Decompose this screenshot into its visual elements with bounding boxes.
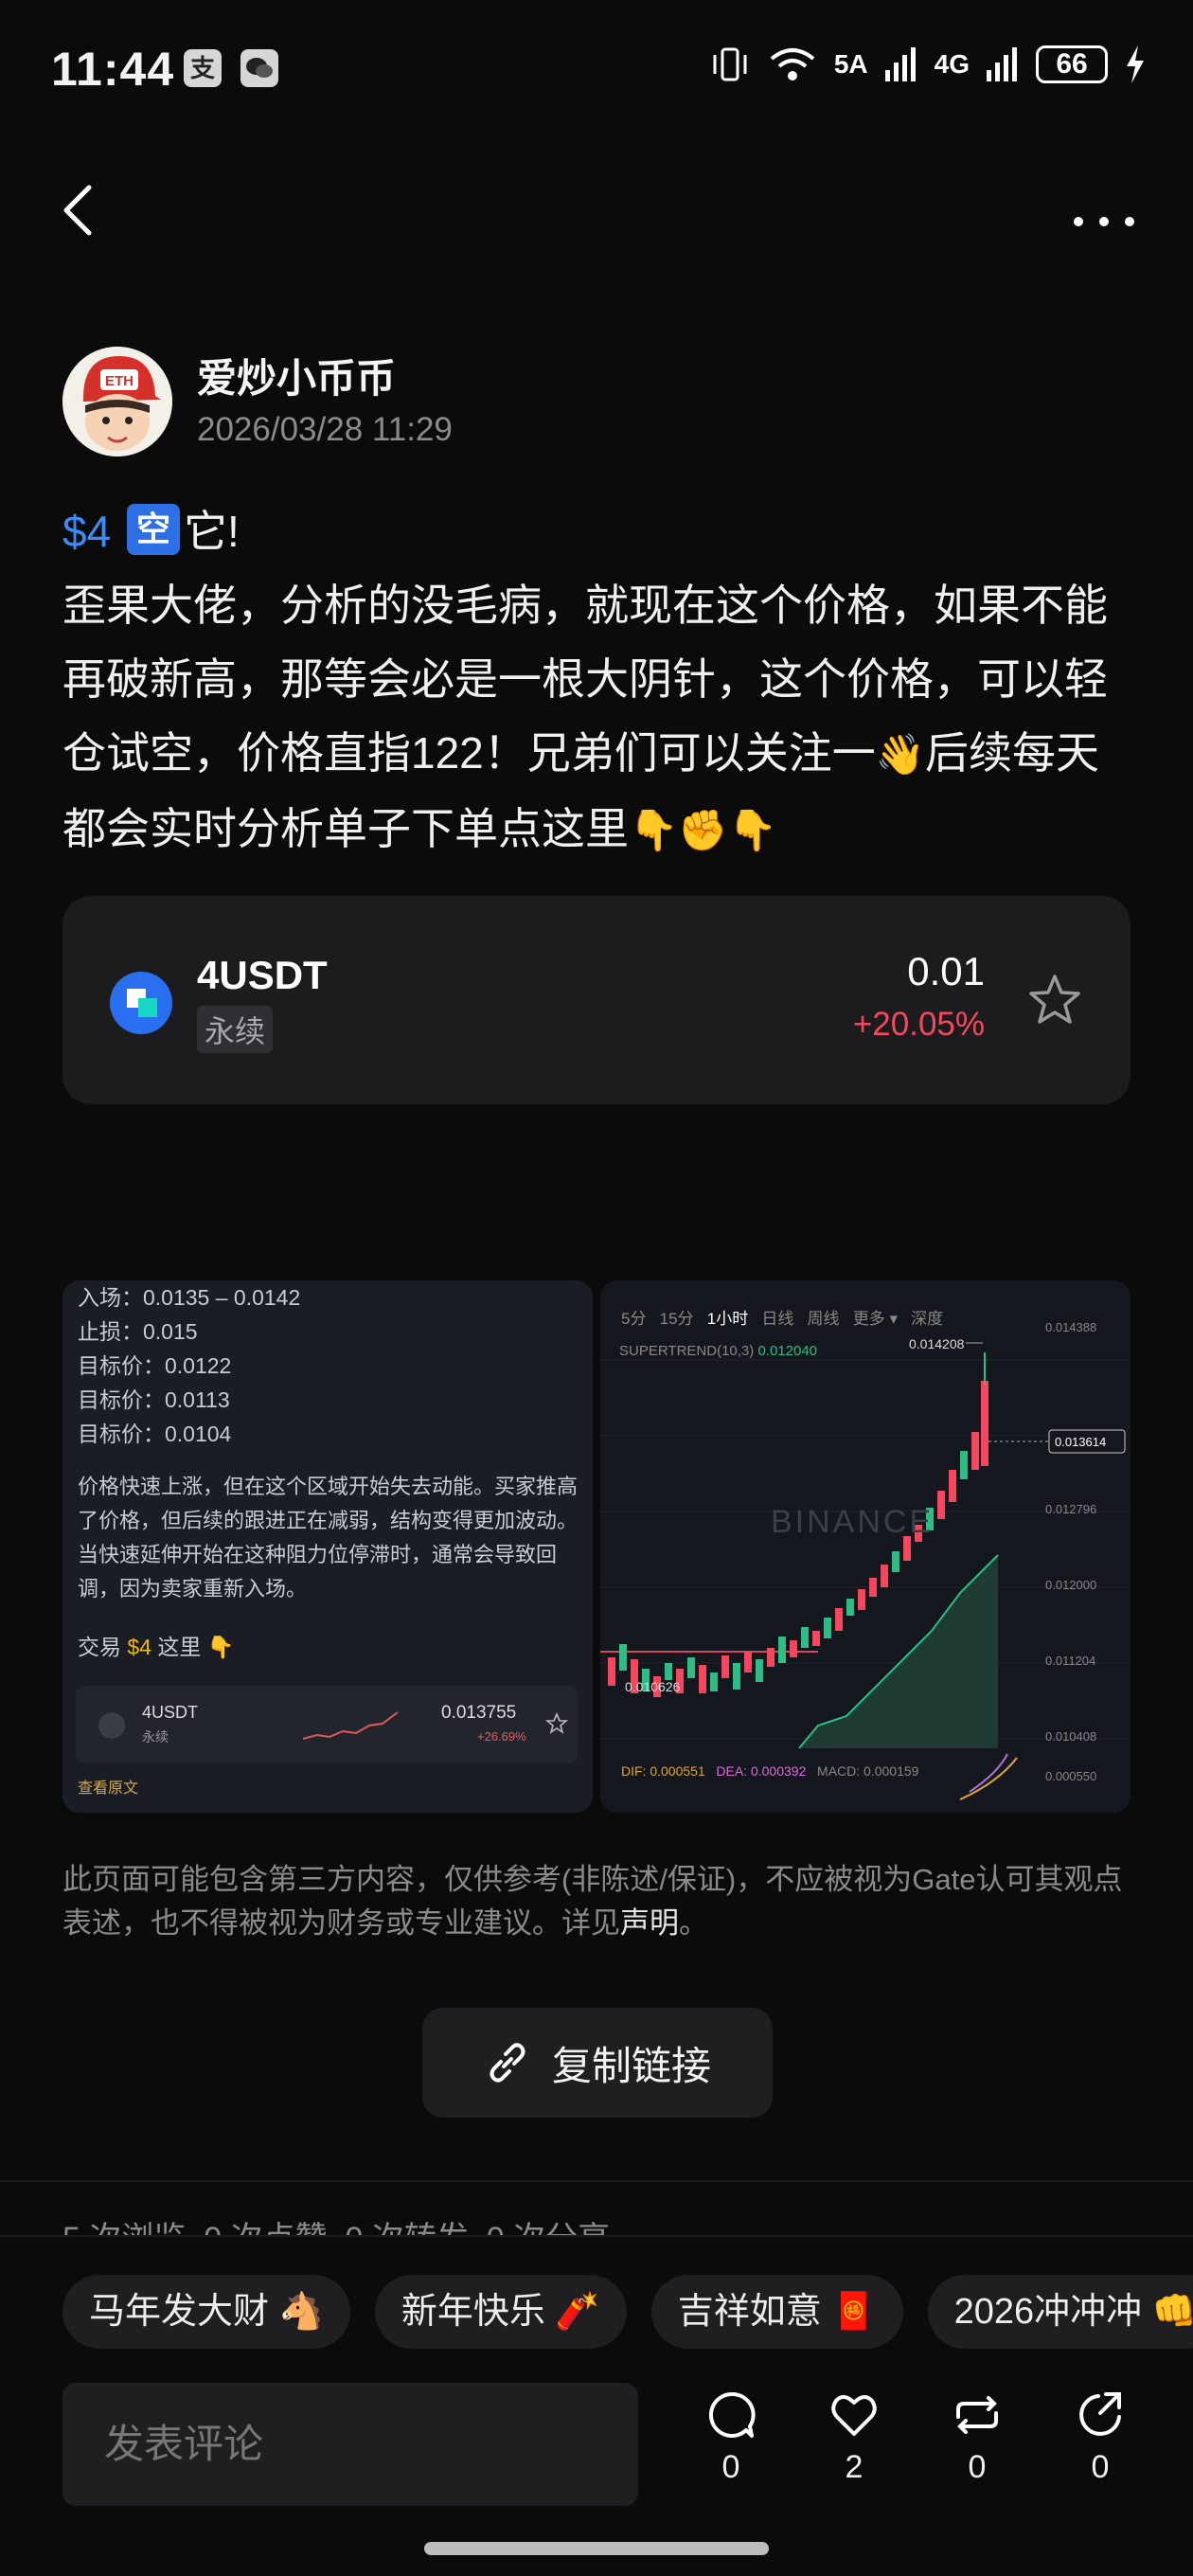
more-options-button[interactable] bbox=[1072, 186, 1136, 233]
disclaimer: 此页面可能包含第三方内容，仅供参考(非陈述/保证)，不应被视为Gate认可其观点… bbox=[62, 1863, 1123, 1940]
quick-reply-chips: 马年发大财 🐴 新年快乐 🧨 吉祥如意 🧧 2026冲冲冲 👊 bbox=[62, 2275, 1193, 2349]
mini-sparkline bbox=[303, 1711, 398, 1740]
axis-label: 0.012796 bbox=[1045, 1502, 1096, 1516]
divider bbox=[0, 2180, 1193, 2182]
copy-link-button[interactable]: 复制链接 bbox=[422, 2008, 773, 2118]
share-count: 0 bbox=[1091, 2449, 1110, 2485]
axis-label: 0.010408 bbox=[1045, 1729, 1096, 1744]
repost-icon bbox=[956, 2396, 998, 2434]
comment-icon bbox=[708, 2391, 756, 2438]
status-bar: 11:44 支 5A 4G 66 bbox=[0, 0, 1193, 142]
target-line-2: 目标价：0.0113 bbox=[78, 1387, 230, 1412]
share-button[interactable]: 0 bbox=[1062, 2388, 1138, 2486]
author-name[interactable]: 爱炒小币币 bbox=[197, 347, 396, 404]
svg-text:ETH: ETH bbox=[105, 373, 134, 389]
axis-label: 0.014388 bbox=[1045, 1320, 1096, 1334]
back-button[interactable] bbox=[57, 182, 104, 239]
stoploss-line: 止损：0.015 bbox=[78, 1319, 198, 1344]
more-horizontal-icon bbox=[1074, 217, 1134, 226]
bottom-panel: 马年发大财 🐴 新年快乐 🧨 吉祥如意 🧧 2026冲冲冲 👊 发表评论 0 2… bbox=[0, 2235, 1193, 2576]
mini-ticker-card: 4USDT 永续 0.013755 +26.69% bbox=[76, 1686, 578, 1763]
ticker-card[interactable]: 4USDT 永续 0.01 +20.05% bbox=[62, 896, 1131, 1104]
trade-line: 交易 $4 这里 👇 bbox=[78, 1635, 235, 1659]
axis-label: 0.011204 bbox=[1045, 1654, 1095, 1668]
current-price-label: 0.013614 bbox=[1055, 1435, 1106, 1449]
network-type-2: 4G bbox=[934, 49, 970, 79]
wechat-notification-icon bbox=[240, 49, 278, 87]
low-label: 0.010626 bbox=[625, 1679, 681, 1694]
entry-line: 入场：0.0135 – 0.0142 bbox=[78, 1285, 301, 1310]
coin-icon bbox=[110, 972, 172, 1034]
chip-new-year[interactable]: 新年快乐 🧨 bbox=[374, 2275, 627, 2349]
like-count: 2 bbox=[845, 2449, 864, 2485]
repost-count: 0 bbox=[968, 2449, 987, 2485]
alipay-notification-icon: 支 bbox=[184, 49, 222, 87]
mini-price: 0.013755 bbox=[441, 1703, 517, 1723]
heart-icon bbox=[831, 2395, 877, 2436]
home-indicator[interactable] bbox=[424, 2542, 769, 2555]
mini-change: +26.69% bbox=[477, 1729, 526, 1744]
chip-2026[interactable]: 2026冲冲冲 👊 bbox=[927, 2275, 1193, 2349]
comment-input[interactable]: 发表评论 bbox=[62, 2383, 638, 2506]
post-image-chart[interactable]: 5分 15分 1小时 日线 周线 更多 ▾ 深度 SUPERTREND(10,3… bbox=[600, 1280, 1131, 1813]
axis-label: 0.000550 bbox=[1045, 1769, 1096, 1783]
link-icon bbox=[490, 2043, 525, 2083]
post-timestamp: 2026/03/28 11:29 bbox=[197, 411, 453, 448]
vibrate-icon bbox=[713, 47, 747, 81]
mini-coin-icon bbox=[98, 1712, 125, 1739]
favorite-button[interactable] bbox=[1026, 972, 1083, 1029]
macd-legend: DIF: 0.000551 DEA: 0.000392 MACD: 0.0001… bbox=[621, 1763, 919, 1779]
wave-emoji: 👋 bbox=[875, 732, 926, 777]
post-content: $4 空它! 歪果大佬，分析的没毛病，就现在这个价格，如果不能再破新高，那等会必… bbox=[62, 494, 1132, 868]
coin-change: +20.05% bbox=[852, 1006, 985, 1043]
status-icons: 5A 4G 66 bbox=[709, 45, 1146, 83]
mini-badge: 永续 bbox=[142, 1729, 169, 1744]
status-time: 11:44 bbox=[51, 43, 175, 96]
star-icon bbox=[1029, 975, 1080, 1024]
chip-good-luck[interactable]: 吉祥如意 🧧 bbox=[650, 2275, 903, 2349]
statement-link[interactable]: 声明 bbox=[620, 1906, 679, 1940]
copy-link-label: 复制链接 bbox=[551, 2043, 711, 2088]
charging-icon bbox=[1127, 45, 1144, 83]
coin-price: 0.01 bbox=[907, 949, 985, 993]
chevron-left-icon bbox=[63, 185, 92, 236]
signal-icon bbox=[884, 47, 916, 81]
analysis-paragraph: 价格快速上涨，但在这个区域开始失去动能。买家推高了价格，但后续的跟进正在减弱，结… bbox=[78, 1475, 579, 1601]
perpetual-badge: 永续 bbox=[197, 1006, 274, 1053]
comment-count: 0 bbox=[721, 2449, 740, 2485]
short-tag: 空 bbox=[126, 504, 180, 555]
mini-star-icon bbox=[545, 1712, 568, 1734]
post-image-analysis[interactable]: 入场：0.0135 – 0.0142 止损：0.015 目标价：0.0122 目… bbox=[62, 1280, 593, 1813]
wifi-icon bbox=[770, 48, 815, 80]
high-label: 0.014208 bbox=[909, 1336, 965, 1351]
post-paragraph: 歪果大佬，分析的没毛病，就现在这个价格，如果不能再破新高，那等会必是一根大阴针，… bbox=[62, 568, 1132, 868]
target-line-3: 目标价：0.0104 bbox=[78, 1422, 232, 1446]
share-icon bbox=[1079, 2392, 1121, 2436]
post-line1-text: 它! bbox=[183, 507, 240, 556]
repost-button[interactable]: 0 bbox=[939, 2388, 1015, 2486]
axis-label: 0.012000 bbox=[1045, 1578, 1096, 1592]
like-button[interactable]: 2 bbox=[816, 2388, 892, 2486]
battery-level: 66 bbox=[1036, 45, 1108, 83]
ticker-link[interactable]: $4 bbox=[62, 507, 111, 556]
target-line-1: 目标价：0.0122 bbox=[78, 1353, 232, 1378]
candlestick-chart: 0.014388 0.012796 0.012000 0.011204 0.01… bbox=[600, 1320, 1131, 1800]
binance-watermark: BINANCE bbox=[771, 1504, 934, 1540]
mini-symbol: 4USDT bbox=[142, 1703, 199, 1722]
chip-fortune[interactable]: 马年发大财 🐴 bbox=[62, 2275, 350, 2349]
avatar[interactable]: ETH bbox=[62, 347, 172, 456]
coin-symbol: 4USDT bbox=[197, 953, 328, 997]
post-first-line: $4 空它! bbox=[62, 494, 1132, 568]
pointing-emojis: 👇✊👇 bbox=[629, 808, 777, 852]
network-type: 5A bbox=[833, 49, 868, 79]
signal-icon-2 bbox=[987, 47, 1017, 81]
comment-button[interactable]: 0 bbox=[693, 2388, 769, 2486]
view-original-link: 查看原文 bbox=[78, 1780, 139, 1797]
